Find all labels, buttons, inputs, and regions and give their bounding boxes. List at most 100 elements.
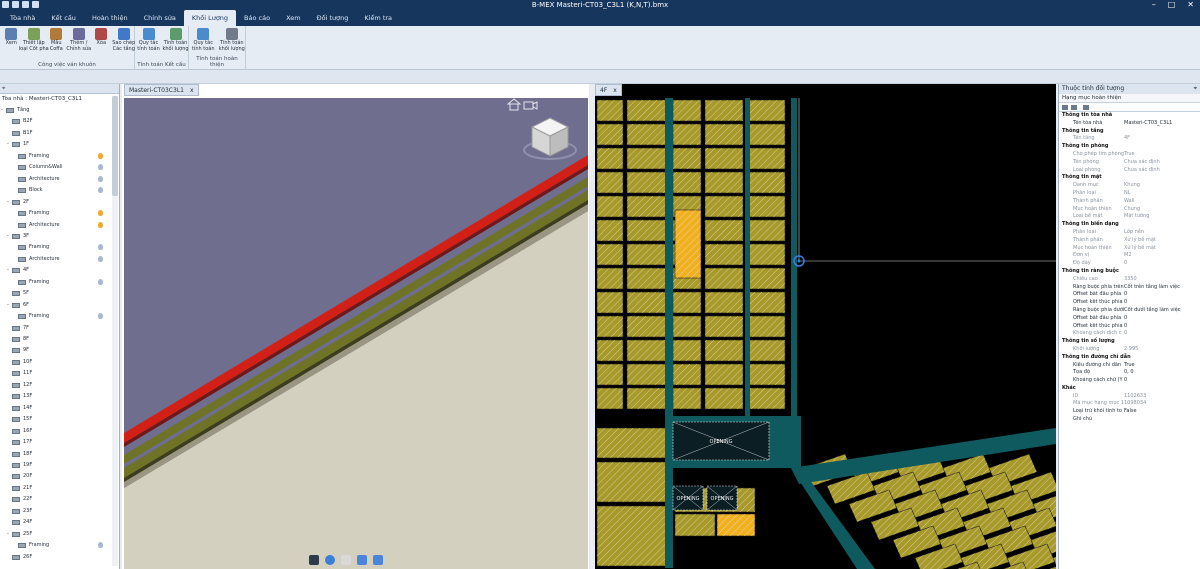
visibility-bulb-icon[interactable] bbox=[98, 221, 103, 228]
quy-tac-tinh-toan-button[interactable]: Quy tắc tính toán bbox=[191, 28, 215, 52]
visibility-bulb-icon[interactable] bbox=[98, 255, 103, 262]
property-value[interactable]: 1102633 bbox=[1124, 393, 1146, 401]
property-value[interactable]: NL bbox=[1124, 190, 1131, 198]
property-section[interactable]: Thông tin phòng bbox=[1059, 143, 1200, 151]
tree-floor-2f[interactable]: - 2F bbox=[0, 197, 112, 208]
section-box-icon[interactable] bbox=[373, 555, 383, 565]
tree-floor-9f[interactable]: 9F bbox=[0, 345, 112, 356]
minimize-icon[interactable]: – bbox=[1152, 0, 1156, 10]
tree-floor-11f[interactable]: 11F bbox=[0, 368, 112, 379]
tree-floor-12f[interactable]: 12F bbox=[0, 380, 112, 391]
tree-floor-15f[interactable]: 15F bbox=[0, 414, 112, 425]
close-tab-icon[interactable]: x bbox=[190, 87, 194, 94]
property-value[interactable]: Chưa xác định bbox=[1124, 167, 1160, 175]
tab-xem[interactable]: Xem bbox=[278, 10, 309, 26]
tree-floor-10f[interactable]: 10F bbox=[0, 357, 112, 368]
tree-floor-5f[interactable]: 5F bbox=[0, 288, 112, 299]
tree-item-framing[interactable]: Framing bbox=[0, 540, 112, 551]
collapse-toggle-icon[interactable]: - bbox=[7, 300, 9, 311]
tree-item-architecture[interactable]: Architecture bbox=[0, 174, 112, 185]
property-value[interactable]: 0 bbox=[1124, 299, 1127, 307]
property-value[interactable]: Lớp nền bbox=[1124, 229, 1144, 237]
tree-floor-6f[interactable]: - 6F bbox=[0, 300, 112, 311]
tree-floor-b2f[interactable]: B2F bbox=[0, 116, 112, 127]
visibility-bulb-icon[interactable] bbox=[98, 313, 103, 320]
property-value[interactable]: 0 bbox=[1124, 315, 1127, 323]
tree-item-framing[interactable]: Framing bbox=[0, 311, 112, 322]
tab-khoi-luong[interactable]: Khối Lượng bbox=[183, 10, 237, 26]
tree-floor-22f[interactable]: 22F bbox=[0, 494, 112, 505]
property-value[interactable]: Mặt tường bbox=[1124, 213, 1149, 221]
tree-floor-8f[interactable]: 8F bbox=[0, 334, 112, 345]
property-value[interactable]: Chưa xác định bbox=[1124, 159, 1160, 167]
property-value[interactable]: 0 bbox=[1124, 377, 1127, 385]
visibility-bulb-icon[interactable] bbox=[98, 187, 103, 194]
property-value[interactable]: 0, 0 bbox=[1124, 369, 1134, 377]
orbit-icon[interactable] bbox=[325, 555, 335, 565]
property-value[interactable]: 4F bbox=[1124, 135, 1130, 143]
tree-floor-21f[interactable]: 21F bbox=[0, 483, 112, 494]
pin-icon[interactable]: ⌖ bbox=[1194, 84, 1197, 94]
visibility-bulb-icon[interactable] bbox=[98, 244, 103, 251]
3d-viewport[interactable] bbox=[124, 98, 588, 569]
tab-3d-view[interactable]: Masteri-CT03C3L1 x bbox=[124, 84, 199, 96]
visibility-bulb-icon[interactable] bbox=[98, 542, 103, 549]
tree-floor-4f[interactable]: - 4F bbox=[0, 265, 112, 276]
property-section[interactable]: Thông tin tầng bbox=[1059, 128, 1200, 136]
tree-item-column-wall[interactable]: Column&Wall bbox=[0, 162, 112, 173]
tab-chinh-sua[interactable]: Chỉnh sửa bbox=[136, 10, 184, 26]
pan-hand-icon[interactable] bbox=[341, 555, 351, 565]
property-section[interactable]: Thông tin biến dạng bbox=[1059, 221, 1200, 229]
property-value[interactable]: Xử lý bề mặt bbox=[1124, 237, 1156, 245]
property-section[interactable]: Khác bbox=[1059, 385, 1200, 393]
property-pages-icon[interactable] bbox=[1083, 105, 1089, 110]
xoa-button[interactable]: Xóa bbox=[89, 28, 113, 47]
visibility-bulb-icon[interactable] bbox=[98, 210, 103, 217]
property-value[interactable]: 3350 bbox=[1124, 276, 1137, 284]
tree-item-framing[interactable]: Framing bbox=[0, 208, 112, 219]
tab-hoan-thien[interactable]: Hoàn thiện bbox=[84, 10, 136, 26]
tab-doi-tuong[interactable]: Đối tượng bbox=[309, 10, 357, 26]
tree-floor-26f[interactable]: 26F bbox=[0, 552, 112, 563]
tree-item-architecture[interactable]: Architecture bbox=[0, 254, 112, 265]
tree-scroll-thumb[interactable] bbox=[112, 96, 118, 196]
property-value[interactable]: False bbox=[1124, 408, 1137, 416]
property-section[interactable]: Thông tin số lượng bbox=[1059, 338, 1200, 346]
property-value[interactable]: Xử lý bề mặt bbox=[1124, 245, 1156, 253]
tree-floor-b1f[interactable]: B1F bbox=[0, 128, 112, 139]
mau-coffa-button[interactable]: Mẫu Coffa bbox=[44, 28, 68, 52]
tab-2d-view[interactable]: 4F x bbox=[595, 84, 622, 96]
property-value[interactable]: 2.995 bbox=[1124, 346, 1138, 354]
tree-floor-1f[interactable]: - 1F bbox=[0, 139, 112, 150]
tinh-toan-khoi-luong-button[interactable]: Tính toán khối lượng bbox=[219, 28, 245, 52]
property-value[interactable]: 0 bbox=[1124, 323, 1127, 331]
zoom-fit-icon[interactable] bbox=[357, 555, 367, 565]
property-value[interactable]: 0 bbox=[1124, 291, 1127, 299]
tree-item-block[interactable]: Block bbox=[0, 185, 112, 196]
opening-box[interactable]: OPENING bbox=[672, 485, 704, 511]
tree-scrollbar[interactable] bbox=[112, 96, 118, 566]
opening-box[interactable]: OPENING bbox=[706, 485, 738, 511]
pin-icon[interactable]: ⌖ bbox=[2, 85, 5, 93]
tree-root[interactable]: Tòa nhà : Masteri-CT03_C3L1 bbox=[0, 94, 119, 105]
tinh-toan-khoi-luong-button[interactable]: Tính toán khối lượng bbox=[162, 28, 189, 52]
collapse-toggle-icon[interactable]: - bbox=[7, 231, 9, 242]
property-value[interactable]: Cốt trên tầng làm việc bbox=[1124, 284, 1180, 292]
tree-floor-25f[interactable]: - 25F bbox=[0, 529, 112, 540]
select-cursor-icon[interactable] bbox=[309, 555, 319, 565]
tree-item-framing[interactable]: Framing bbox=[0, 242, 112, 253]
tree-item-framing[interactable]: Framing bbox=[0, 151, 112, 162]
property-value[interactable]: Masteri-CT03_C3L1 bbox=[1124, 120, 1172, 128]
sort-icon[interactable] bbox=[1062, 105, 1068, 110]
tree-floor-20f[interactable]: 20F bbox=[0, 471, 112, 482]
alphabetical-icon[interactable] bbox=[1071, 105, 1077, 110]
visibility-bulb-icon[interactable] bbox=[98, 175, 103, 182]
property-value[interactable]: Khung bbox=[1124, 182, 1140, 190]
tree-floor-24f[interactable]: 24F bbox=[0, 517, 112, 528]
property-value[interactable]: True bbox=[1124, 151, 1135, 159]
tab-ket-cau[interactable]: Kết cấu bbox=[43, 10, 84, 26]
collapse-toggle-icon[interactable]: - bbox=[7, 529, 9, 540]
property-value[interactable]: 0 bbox=[1124, 330, 1127, 338]
tree-floor-17f[interactable]: 17F bbox=[0, 437, 112, 448]
property-section[interactable]: Thông tin mặt bbox=[1059, 174, 1200, 182]
